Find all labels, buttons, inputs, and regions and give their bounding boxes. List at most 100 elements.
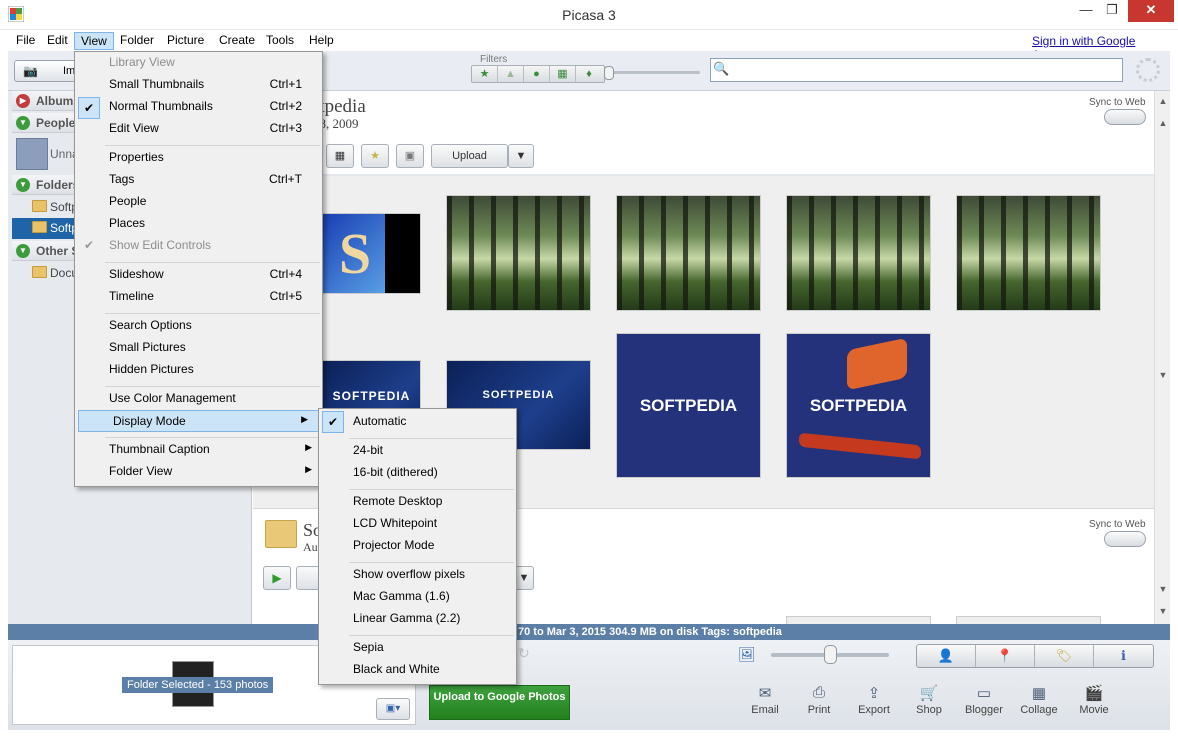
- thumbnail[interactable]: SOFTPEDIA: [616, 333, 761, 478]
- thumbnail-caption: SOFTPEDIA: [332, 389, 411, 403]
- menu-edit[interactable]: Edit: [41, 32, 74, 50]
- submenu-arrow-icon: ▶: [305, 464, 312, 474]
- people-filter-icon[interactable]: ●: [524, 66, 550, 82]
- menu-item-hidden-pictures[interactable]: Hidden Pictures: [75, 359, 322, 381]
- search-input[interactable]: [710, 58, 1123, 82]
- menu-item-timeline[interactable]: Timeline Ctrl+5: [75, 286, 322, 308]
- menu-item-display-mode[interactable]: Display Mode ▶: [78, 410, 319, 432]
- thumbnail[interactable]: [956, 195, 1101, 311]
- expand-arrow-icon[interactable]: ▼: [16, 244, 30, 258]
- menu-item-normal-thumbnails[interactable]: Normal Thumbnails Ctrl+2: [75, 96, 322, 118]
- menu-item-properties[interactable]: Properties: [75, 147, 322, 169]
- close-button[interactable]: ✕: [1128, 0, 1174, 22]
- menu-picture[interactable]: Picture: [161, 32, 210, 50]
- tags-tab-icon[interactable]: 🏷: [1035, 645, 1094, 667]
- menu-item-remote-desktop[interactable]: Remote Desktop: [319, 491, 516, 513]
- expand-arrow-icon[interactable]: ▼: [16, 178, 30, 192]
- slideshow-button[interactable]: ▦: [326, 144, 354, 168]
- save-button[interactable]: ▣: [396, 144, 424, 168]
- menu-item-sepia[interactable]: Sepia: [319, 637, 516, 659]
- menu-file[interactable]: File: [10, 32, 41, 50]
- upload-dropdown-button[interactable]: ▼: [514, 566, 534, 590]
- menu-folder[interactable]: Folder: [114, 32, 160, 50]
- menu-item-slideshow[interactable]: Slideshow Ctrl+4: [75, 264, 322, 286]
- minimize-button[interactable]: —: [1073, 0, 1099, 22]
- menu-help[interactable]: Help: [303, 32, 340, 50]
- scroll-down-icon[interactable]: ▼: [1155, 367, 1171, 383]
- menu-item-show-edit-controls[interactable]: ✔ Show Edit Controls: [75, 235, 322, 257]
- menu-tools[interactable]: Tools: [260, 32, 300, 50]
- menu-item-small-pictures[interactable]: Small Pictures: [75, 337, 322, 359]
- date-filter-slider[interactable]: [604, 66, 614, 80]
- menu-item-small-thumbnails[interactable]: Small Thumbnails Ctrl+1: [75, 74, 322, 96]
- places-tab-icon[interactable]: 📍: [976, 645, 1035, 667]
- upload-to-google-photos-button[interactable]: Upload to Google Photos: [429, 685, 570, 720]
- vertical-scrollbar[interactable]: ▲ ▲ ▼ ▼ ▼: [1154, 91, 1170, 624]
- maximize-button[interactable]: ❐: [1099, 0, 1125, 22]
- rotate-icon[interactable]: ↻: [518, 645, 530, 662]
- menu-separator: [105, 313, 320, 314]
- menu-item-projector-mode[interactable]: Projector Mode: [319, 535, 516, 557]
- geotag-filter-icon[interactable]: ♦: [576, 66, 602, 82]
- scroll-down-icon[interactable]: ▼: [1155, 603, 1171, 619]
- collapse-arrow-icon[interactable]: ▶: [16, 94, 30, 108]
- email-button[interactable]: ✉ Email: [740, 684, 790, 716]
- sync-to-web-toggle[interactable]: [1104, 109, 1146, 125]
- thumbnail-size-icon: 🖼: [738, 646, 756, 662]
- upload-button[interactable]: Upload: [431, 144, 508, 168]
- upload-dropdown-button[interactable]: ▼: [508, 144, 534, 168]
- menu-item-search-options[interactable]: Search Options: [75, 315, 322, 337]
- info-tab-icon[interactable]: ℹ: [1094, 645, 1153, 667]
- star-button[interactable]: ★: [361, 144, 389, 168]
- tray-menu-button[interactable]: ▣▾: [376, 698, 410, 720]
- thumbnail[interactable]: [616, 195, 761, 311]
- thumbnail[interactable]: SOFTPEDIA: [786, 333, 931, 478]
- menu-item-edit-view[interactable]: Edit View Ctrl+3: [75, 118, 322, 140]
- menu-item-mac-gamma[interactable]: Mac Gamma (1.6): [319, 586, 516, 608]
- menu-item-people[interactable]: People: [75, 191, 322, 213]
- play-slideshow-button[interactable]: ▶: [263, 566, 291, 590]
- menu-item-library-view[interactable]: Library View: [75, 52, 322, 74]
- thumbnail[interactable]: [786, 616, 931, 624]
- print-button[interactable]: ⎙ Print: [794, 684, 844, 716]
- menu-item-show-overflow-pixels[interactable]: Show overflow pixels: [319, 564, 516, 586]
- video-filter-icon[interactable]: ▦: [550, 66, 576, 82]
- menu-view[interactable]: View: [74, 32, 114, 50]
- menu-item-folder-view[interactable]: Folder View ▶: [75, 461, 322, 483]
- people-tab-icon[interactable]: 👤: [917, 645, 976, 667]
- blogger-button[interactable]: ▭ Blogger: [959, 684, 1009, 716]
- blogger-icon: ▭: [976, 685, 992, 702]
- sync-to-web-toggle[interactable]: [1104, 531, 1146, 547]
- menu-item-places[interactable]: Places: [75, 213, 322, 235]
- thumbnail-size-slider[interactable]: [824, 645, 837, 664]
- menu-item-lcd-whitepoint[interactable]: LCD Whitepoint: [319, 513, 516, 535]
- menu-item-thumbnail-caption[interactable]: Thumbnail Caption ▶: [75, 439, 322, 461]
- search-icon: 🔍: [713, 61, 730, 76]
- thumbnail[interactable]: [956, 616, 1101, 624]
- thumbnail[interactable]: [446, 195, 591, 311]
- expand-arrow-icon[interactable]: ▼: [16, 116, 30, 130]
- menu-item-black-and-white[interactable]: Black and White: [319, 659, 516, 681]
- thumbnail[interactable]: [786, 195, 931, 311]
- menu-create[interactable]: Create: [213, 32, 261, 50]
- avatar[interactable]: [16, 138, 48, 170]
- scroll-up-icon[interactable]: ▲: [1155, 93, 1171, 109]
- scroll-down-icon[interactable]: ▼: [1155, 581, 1171, 597]
- menu-item-automatic[interactable]: Automatic: [319, 411, 516, 433]
- shop-button[interactable]: 🛒 Shop: [904, 684, 954, 716]
- collage-button[interactable]: [296, 566, 320, 590]
- menu-item-use-color-management[interactable]: Use Color Management: [75, 388, 322, 410]
- collage-button[interactable]: ▦ Collage: [1014, 684, 1064, 716]
- menu-separator: [349, 635, 514, 636]
- menu-item-16-bit[interactable]: 16-bit (dithered): [319, 462, 516, 484]
- menu-item-24-bit[interactable]: 24-bit: [319, 440, 516, 462]
- upload-filter-icon[interactable]: ▲: [498, 66, 524, 82]
- movie-button[interactable]: 🎬 Movie: [1069, 684, 1119, 716]
- scroll-up-icon[interactable]: ▲: [1155, 115, 1171, 131]
- starred-filter-icon[interactable]: ★: [472, 66, 498, 82]
- menu-item-tags[interactable]: Tags Ctrl+T: [75, 169, 322, 191]
- menu-item-linear-gamma[interactable]: Linear Gamma (2.2): [319, 608, 516, 630]
- export-button[interactable]: ⇪ Export: [849, 684, 899, 716]
- thumbnail[interactable]: S: [322, 213, 421, 294]
- filmstrip-icon: ▦: [334, 150, 346, 162]
